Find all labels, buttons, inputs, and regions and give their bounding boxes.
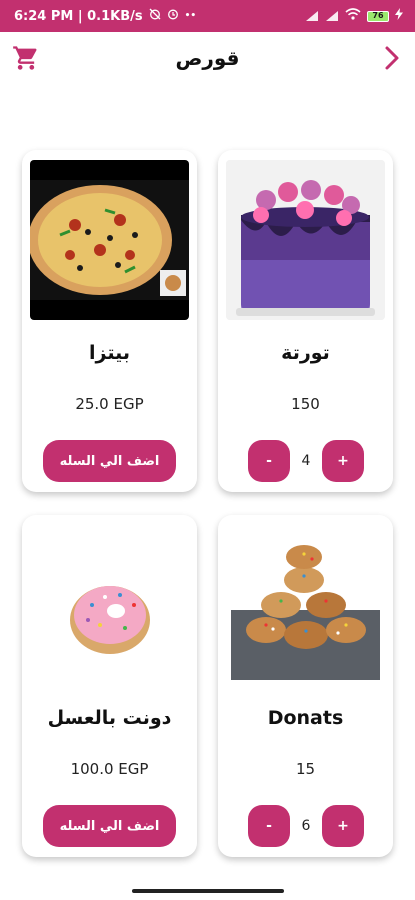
more-dots-icon: •• [184, 11, 197, 21]
product-name: تورتة [281, 342, 330, 364]
increment-button[interactable]: + [321, 440, 364, 482]
back-button[interactable] [379, 44, 405, 72]
chevron-right-icon [385, 46, 399, 70]
status-time: 6:24 PM | 0.1KB/s [14, 8, 143, 24]
product-name: Donats [267, 707, 344, 729]
cart-icon [13, 46, 37, 70]
page-title: قورص [175, 46, 240, 70]
product-image-cake [226, 160, 385, 320]
navigation-bar [0, 872, 415, 900]
quantity-stepper: - 4 + [248, 440, 364, 482]
signal-icon [305, 10, 319, 22]
alarm-off-icon [149, 8, 161, 24]
quantity-stepper: - 6 + [248, 805, 364, 847]
product-card-pizza[interactable]: بيتزا 25.0 EGP اضف الي السله [22, 150, 197, 492]
product-image-donut [30, 525, 189, 685]
add-to-cart-button[interactable]: اضف الي السله [43, 805, 176, 847]
battery-icon: 76 [367, 10, 389, 22]
decrement-button[interactable]: - [248, 805, 290, 847]
status-bar: 6:24 PM | 0.1KB/s •• 76 [0, 0, 415, 32]
cart-button[interactable] [12, 44, 40, 72]
quantity-value: 4 [301, 453, 311, 469]
product-card-honey-donut[interactable]: دونت بالعسل 100.0 EGP اضف الي السله [22, 515, 197, 857]
product-name: بيتزا [89, 342, 130, 364]
wifi-icon [345, 8, 361, 24]
decrement-button[interactable]: - [248, 440, 290, 482]
app-bar: قورص [0, 32, 415, 84]
product-price: 100.0 EGP [70, 760, 149, 778]
alarm-icon [167, 8, 179, 24]
product-image-donuts-pile [226, 525, 385, 685]
home-indicator[interactable] [132, 889, 284, 893]
product-price: 25.0 EGP [75, 395, 144, 413]
product-image-pizza [30, 160, 189, 320]
product-name: دونت بالعسل [47, 707, 172, 729]
product-card-donats[interactable]: Donats 15 - 6 + [218, 515, 393, 857]
product-price: 150 [291, 395, 320, 413]
add-to-cart-button[interactable]: اضف الي السله [43, 440, 176, 482]
status-left: 6:24 PM | 0.1KB/s •• [14, 8, 196, 24]
signal-icon-2 [325, 10, 339, 22]
battery-level: 76 [367, 10, 389, 22]
product-card-cake[interactable]: تورتة 150 - 4 + [218, 150, 393, 492]
product-price: 15 [295, 760, 316, 778]
quantity-value: 6 [301, 818, 311, 834]
status-right: 76 [305, 8, 403, 24]
increment-button[interactable]: + [321, 805, 364, 847]
charging-icon [395, 8, 403, 24]
